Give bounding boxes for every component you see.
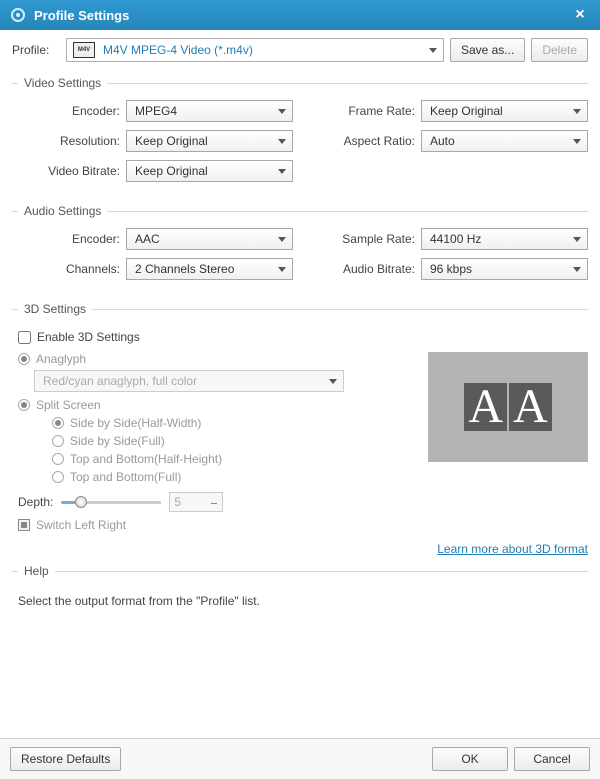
switch-lr-label: Switch Left Right bbox=[36, 518, 126, 532]
ok-button[interactable]: OK bbox=[432, 747, 508, 771]
audio-bitrate-value: 96 kbps bbox=[430, 262, 472, 276]
profile-label: Profile: bbox=[12, 43, 60, 57]
sample-rate-select[interactable]: 44100 Hz bbox=[421, 228, 588, 250]
chevron-down-icon bbox=[278, 169, 286, 174]
settings-gear-icon bbox=[10, 7, 26, 23]
help-title: Help bbox=[18, 564, 55, 578]
delete-button: Delete bbox=[531, 38, 588, 62]
frame-rate-label: Frame Rate: bbox=[307, 104, 415, 118]
close-icon[interactable]: × bbox=[570, 6, 590, 24]
sample-rate-value: 44100 Hz bbox=[430, 232, 481, 246]
channels-select[interactable]: 2 Channels Stereo bbox=[126, 258, 293, 280]
anaglyph-type-select: Red/cyan anaglyph, full color bbox=[34, 370, 344, 392]
depth-value: 5 bbox=[174, 495, 181, 509]
profile-select[interactable]: M4V M4V MPEG-4 Video (*.m4v) bbox=[66, 38, 444, 62]
restore-defaults-button[interactable]: Restore Defaults bbox=[10, 747, 121, 771]
audio-encoder-value: AAC bbox=[135, 232, 160, 246]
channels-value: 2 Channels Stereo bbox=[135, 262, 234, 276]
depth-slider bbox=[61, 495, 161, 509]
titlebar: Profile Settings × bbox=[0, 0, 600, 30]
chevron-down-icon bbox=[573, 139, 581, 144]
frame-rate-select[interactable]: Keep Original bbox=[421, 100, 588, 122]
resolution-label: Resolution: bbox=[12, 134, 120, 148]
sbs-half-radio bbox=[52, 417, 64, 429]
tb-half-radio bbox=[52, 453, 64, 465]
enable-3d-checkbox[interactable] bbox=[18, 331, 31, 344]
video-encoder-label: Encoder: bbox=[12, 104, 120, 118]
aspect-ratio-value: Auto bbox=[430, 134, 455, 148]
save-as-button[interactable]: Save as... bbox=[450, 38, 525, 62]
footer: Restore Defaults OK Cancel bbox=[0, 738, 600, 779]
anaglyph-label: Anaglyph bbox=[36, 352, 86, 366]
sbs-full-radio bbox=[52, 435, 64, 447]
tb-full-label: Top and Bottom(Full) bbox=[70, 470, 181, 484]
resolution-value: Keep Original bbox=[135, 134, 208, 148]
audio-encoder-select[interactable]: AAC bbox=[126, 228, 293, 250]
anaglyph-radio bbox=[18, 353, 30, 365]
chevron-down-icon bbox=[573, 237, 581, 242]
frame-rate-value: Keep Original bbox=[430, 104, 503, 118]
video-encoder-value: MPEG4 bbox=[135, 104, 177, 118]
learn-more-3d-link[interactable]: Learn more about 3D format bbox=[437, 542, 588, 556]
profile-value: M4V MPEG-4 Video (*.m4v) bbox=[103, 43, 253, 57]
chevron-down-icon bbox=[278, 267, 286, 272]
sample-rate-label: Sample Rate: bbox=[307, 232, 415, 246]
preview-aa-icon: AA bbox=[464, 383, 551, 431]
3d-preview: AA bbox=[428, 352, 588, 462]
depth-spin: 5 bbox=[169, 492, 223, 512]
chevron-down-icon bbox=[573, 267, 581, 272]
chevron-down-icon bbox=[278, 109, 286, 114]
aspect-ratio-select[interactable]: Auto bbox=[421, 130, 588, 152]
video-encoder-select[interactable]: MPEG4 bbox=[126, 100, 293, 122]
anaglyph-type-value: Red/cyan anaglyph, full color bbox=[43, 374, 197, 388]
video-bitrate-select[interactable]: Keep Original bbox=[126, 160, 293, 182]
sbs-full-label: Side by Side(Full) bbox=[70, 434, 165, 448]
video-settings-title: Video Settings bbox=[18, 76, 107, 90]
tb-full-radio bbox=[52, 471, 64, 483]
sbs-half-label: Side by Side(Half-Width) bbox=[70, 416, 201, 430]
video-bitrate-label: Video Bitrate: bbox=[12, 164, 120, 178]
tb-half-label: Top and Bottom(Half-Height) bbox=[70, 452, 222, 466]
channels-label: Channels: bbox=[12, 262, 120, 276]
m4v-format-icon: M4V bbox=[73, 42, 95, 58]
splitscreen-radio bbox=[18, 399, 30, 411]
chevron-down-icon bbox=[329, 379, 337, 384]
depth-label: Depth: bbox=[18, 495, 53, 509]
resolution-select[interactable]: Keep Original bbox=[126, 130, 293, 152]
cancel-button[interactable]: Cancel bbox=[514, 747, 590, 771]
window-title: Profile Settings bbox=[34, 8, 129, 23]
splitscreen-label: Split Screen bbox=[36, 398, 101, 412]
help-text: Select the output format from the "Profi… bbox=[18, 594, 588, 608]
3d-settings-title: 3D Settings bbox=[18, 302, 92, 316]
switch-lr-checkbox bbox=[18, 519, 30, 531]
audio-bitrate-label: Audio Bitrate: bbox=[307, 262, 415, 276]
aspect-ratio-label: Aspect Ratio: bbox=[307, 134, 415, 148]
chevron-down-icon bbox=[278, 237, 286, 242]
chevron-down-icon bbox=[573, 109, 581, 114]
enable-3d-label: Enable 3D Settings bbox=[37, 330, 140, 344]
audio-bitrate-select[interactable]: 96 kbps bbox=[421, 258, 588, 280]
audio-settings-title: Audio Settings bbox=[18, 204, 107, 218]
chevron-down-icon bbox=[429, 48, 437, 53]
chevron-down-icon bbox=[278, 139, 286, 144]
audio-encoder-label: Encoder: bbox=[12, 232, 120, 246]
video-bitrate-value: Keep Original bbox=[135, 164, 208, 178]
